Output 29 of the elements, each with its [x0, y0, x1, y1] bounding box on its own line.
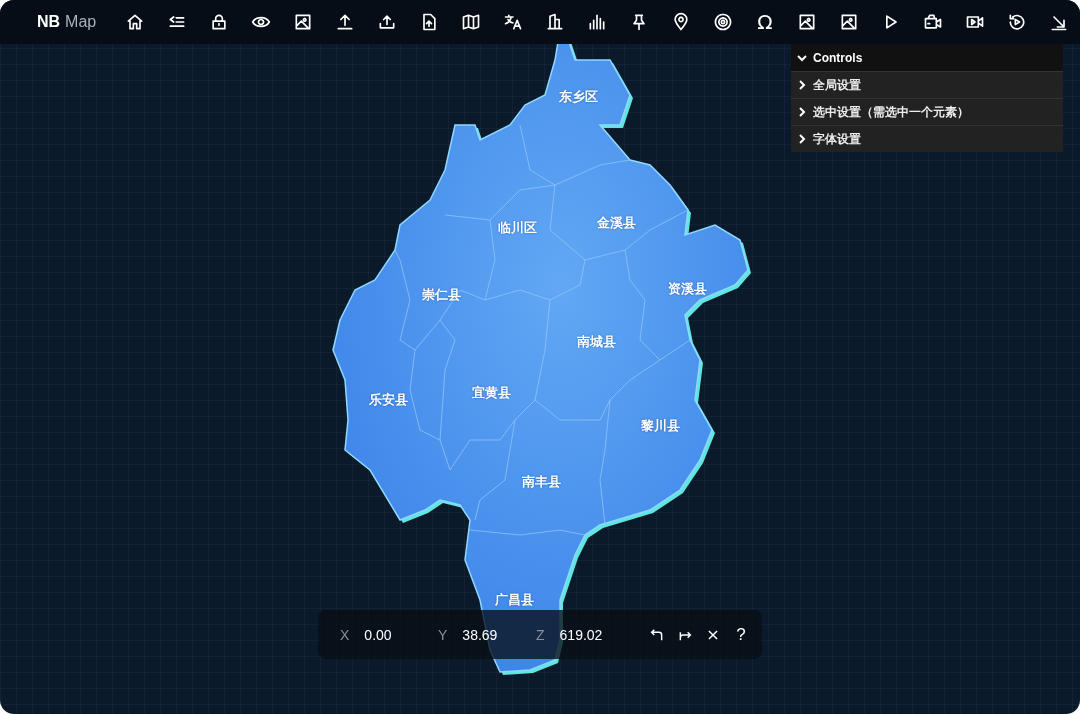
region-label: 金溪县 [596, 214, 636, 232]
settings-folder[interactable]: 选中设置（需选中一个元素） [791, 98, 1063, 125]
folder-label: 选中设置（需选中一个元素） [813, 103, 969, 121]
help-button[interactable]: ? [728, 621, 754, 648]
region-label: 黎川县 [640, 417, 680, 435]
folder-label: 字体设置 [813, 130, 861, 148]
brand-name: NB [37, 13, 61, 31]
axis-value: 0.00 [364, 626, 392, 643]
region-label: 东乡区 [558, 88, 598, 106]
axis-label: Y [438, 626, 448, 643]
region-label: 临川区 [497, 219, 537, 237]
region-label: 崇仁县 [421, 286, 461, 304]
region-label: 资溪县 [667, 280, 707, 298]
folder-label: 全局设置 [813, 76, 861, 94]
axis-label: X [340, 626, 350, 643]
brand-subtitle: Map [65, 13, 97, 31]
controls-header[interactable]: Controls [791, 44, 1063, 71]
axis-value: 38.69 [462, 626, 498, 643]
settings-folder[interactable]: 字体设置 [791, 125, 1063, 152]
axis-value: 619.02 [559, 626, 603, 643]
omega-symbol-button[interactable]: Ω [744, 6, 786, 38]
region-label: 南城县 [576, 333, 616, 351]
region-label: 乐安县 [368, 391, 408, 409]
axis-label: Z [536, 626, 545, 643]
region-label: 广昌县 [494, 591, 534, 609]
panel-title: Controls [813, 50, 863, 65]
settings-folder[interactable]: 全局设置 [791, 71, 1063, 98]
region-label: 南丰县 [521, 473, 561, 491]
region-label: 宜黄县 [471, 384, 511, 402]
